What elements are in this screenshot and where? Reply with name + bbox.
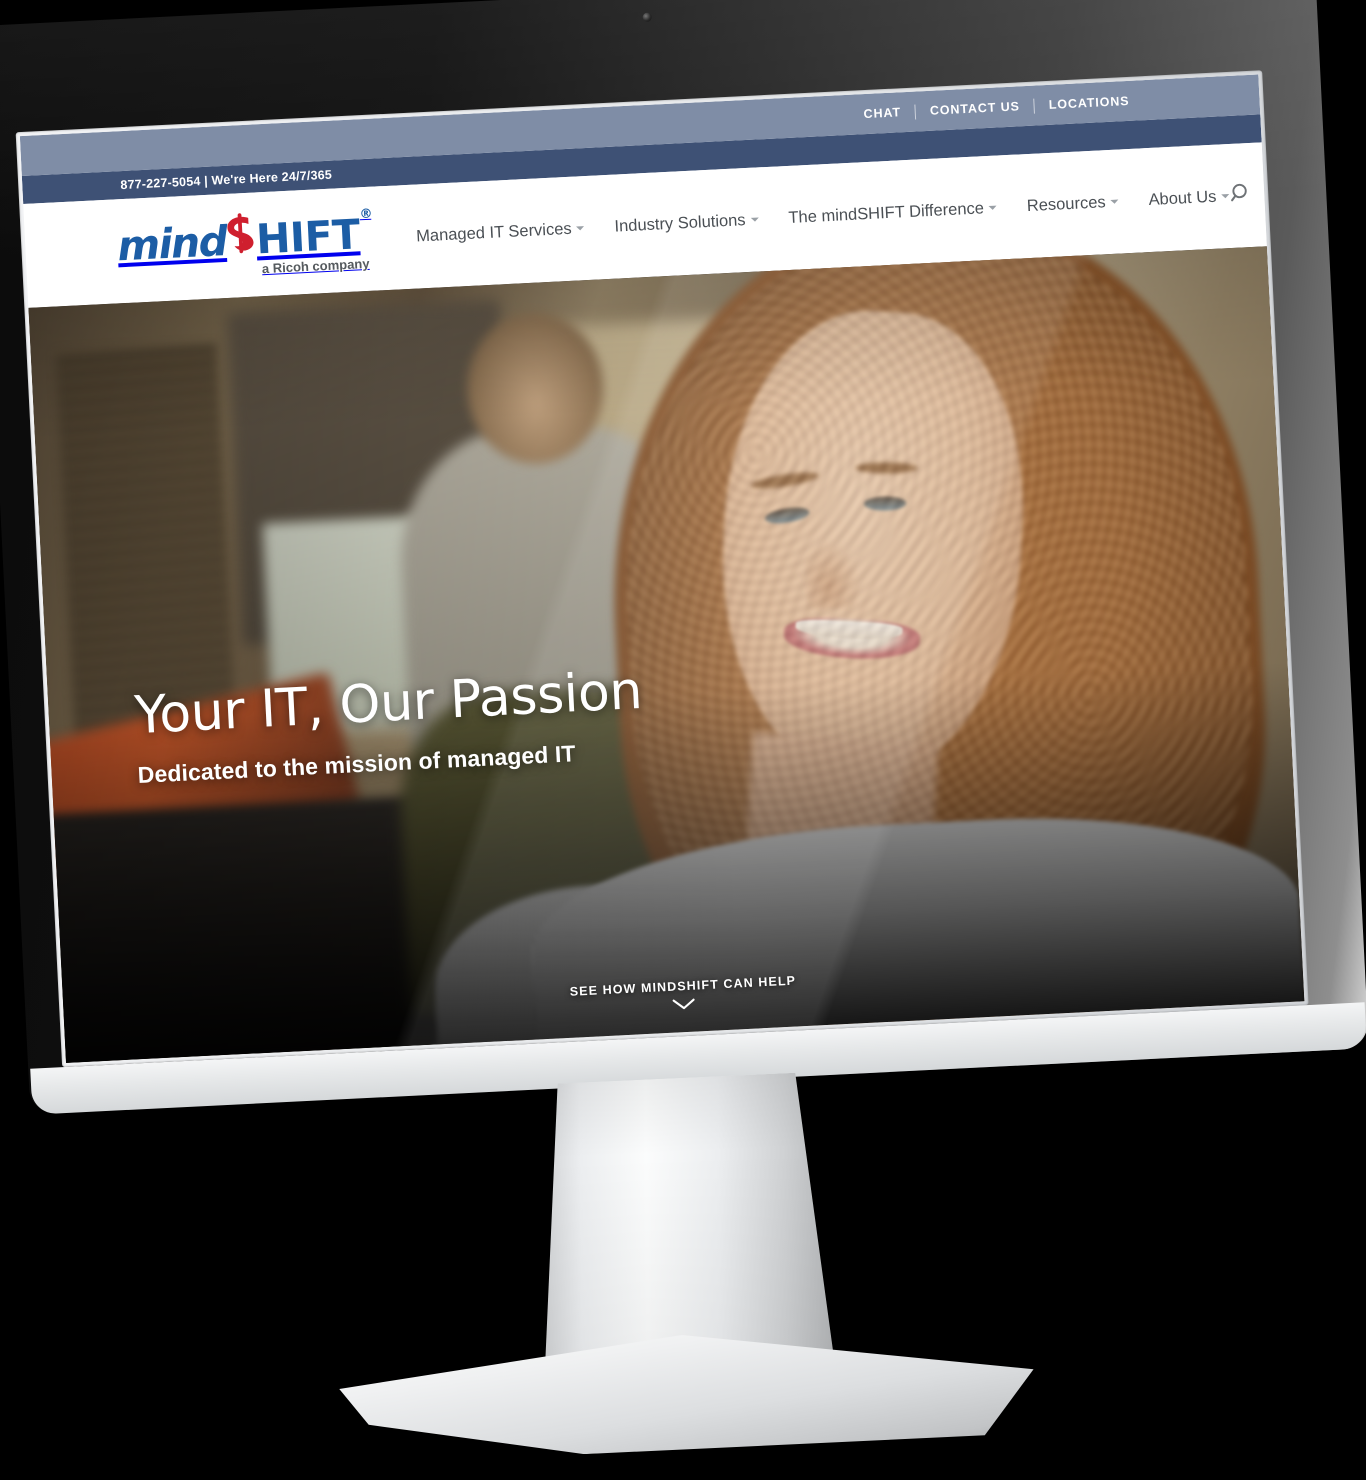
monitor-stand-neck	[532, 1072, 835, 1375]
nav-item-managed-it-services[interactable]: Managed IT Services	[416, 219, 585, 246]
chevron-down-icon	[1221, 194, 1230, 199]
chevron-down-icon	[988, 205, 997, 210]
screen-frame: CHAT CONTACT US LOCATIONS 877-227-5054 |…	[15, 70, 1309, 1068]
nav-label: The mindSHIFT Difference	[788, 198, 985, 227]
nav-label: Industry Solutions	[614, 210, 746, 236]
nav-label: Resources	[1026, 192, 1107, 215]
website-page: CHAT CONTACT US LOCATIONS 877-227-5054 |…	[19, 74, 1305, 1063]
logo-registered-mark: ®	[359, 206, 372, 223]
nav-label: Managed IT Services	[415, 219, 573, 246]
hero-section: Your IT, Our Passion Dedicated to the mi…	[28, 246, 1305, 1063]
main-navigation: Managed IT Services Industry Solutions T…	[416, 187, 1230, 246]
nav-item-about-us[interactable]: About Us	[1148, 187, 1230, 210]
utility-link-contact-us[interactable]: CONTACT US	[916, 99, 1035, 119]
chevron-down-icon	[576, 226, 585, 231]
monitor-mockup: CHAT CONTACT US LOCATIONS 877-227-5054 |…	[0, 0, 1366, 1115]
monitor-stand-neck-shading	[532, 1072, 835, 1375]
hero-background-image	[28, 246, 1305, 1063]
logo-hift-text: HIFT	[254, 210, 361, 264]
chevron-down-icon	[670, 997, 697, 1017]
phone-bar-text[interactable]: 877-227-5054 | We're Here 24/7/365	[120, 168, 332, 193]
logo-tagline: a Ricoh company	[261, 255, 370, 277]
chevron-down-icon	[1110, 199, 1119, 204]
nav-item-resources[interactable]: Resources	[1026, 192, 1119, 216]
utility-link-locations[interactable]: LOCATIONS	[1034, 93, 1143, 112]
nav-item-mindshift-difference[interactable]: The mindSHIFT Difference	[788, 198, 997, 227]
search-button[interactable]	[1228, 178, 1254, 213]
screenshot-stage: CHAT CONTACT US LOCATIONS 877-227-5054 |…	[0, 0, 1366, 1480]
site-logo[interactable]: mind HIFT ® a Ricoh company	[116, 206, 374, 283]
nav-item-industry-solutions[interactable]: Industry Solutions	[614, 210, 759, 236]
logo-mind-text: mind	[116, 216, 228, 271]
monitor-stand-base	[324, 1315, 1043, 1460]
screen: CHAT CONTACT US LOCATIONS 877-227-5054 |…	[19, 74, 1305, 1063]
search-icon	[1229, 180, 1254, 210]
chevron-down-icon	[750, 217, 759, 222]
utility-link-chat[interactable]: CHAT	[849, 105, 915, 122]
nav-label: About Us	[1148, 187, 1217, 209]
mindshift-swoosh-icon	[222, 213, 258, 255]
